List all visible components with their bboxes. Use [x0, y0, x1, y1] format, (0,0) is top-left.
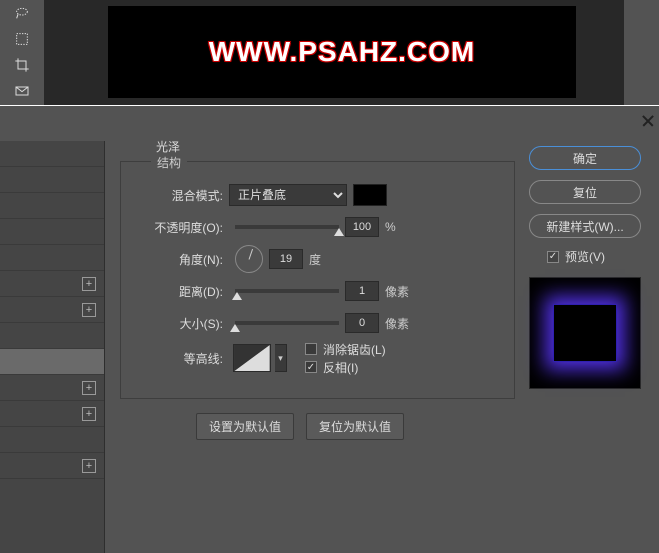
structure-fieldset: 结构 混合模式: 正片叠底 不透明度(O): % 角度(N):: [120, 161, 515, 399]
style-row[interactable]: +: [0, 297, 104, 323]
contour-row: 等高线: ▾ 消除锯齿(L) 反相(I): [141, 340, 494, 376]
plus-icon[interactable]: +: [82, 381, 96, 395]
opacity-input[interactable]: [345, 217, 379, 237]
lasso-tool[interactable]: [8, 1, 36, 25]
size-slider[interactable]: [235, 321, 339, 325]
color-swatch[interactable]: [353, 184, 387, 206]
fieldset-legend: 结构: [151, 154, 187, 171]
size-row: 大小(S): 像素: [141, 308, 494, 338]
style-row[interactable]: [0, 427, 104, 453]
distance-unit: 像素: [385, 283, 409, 300]
contour-label: 等高线:: [141, 350, 223, 367]
envelope-tool[interactable]: [8, 79, 36, 103]
ok-button[interactable]: 确定: [529, 146, 641, 170]
reset-default-button[interactable]: 复位为默认值: [306, 413, 404, 440]
set-default-button[interactable]: 设置为默认值: [196, 413, 294, 440]
section-title: 光泽: [156, 138, 515, 155]
distance-slider[interactable]: [235, 289, 339, 293]
opacity-slider[interactable]: [235, 225, 339, 229]
close-icon[interactable]: [641, 114, 655, 128]
blend-mode-row: 混合模式: 正片叠底: [141, 180, 494, 210]
crop-tool[interactable]: [8, 53, 36, 77]
opacity-label: 不透明度(O):: [141, 219, 223, 236]
preview-label: 预览(V): [565, 248, 605, 265]
style-row[interactable]: [0, 323, 104, 349]
style-row[interactable]: [0, 167, 104, 193]
contour-picker[interactable]: [233, 344, 271, 372]
antialias-label: 消除锯齿(L): [323, 341, 386, 358]
preview-thumbnail: [529, 277, 641, 389]
canvas-area: WWW.PSAHZ.COM: [0, 0, 659, 105]
canvas-content: WWW.PSAHZ.COM: [108, 6, 576, 98]
style-row[interactable]: +: [0, 271, 104, 297]
plus-icon[interactable]: +: [82, 303, 96, 317]
angle-row: 角度(N): 度: [141, 244, 494, 274]
angle-dial[interactable]: [235, 245, 263, 273]
plus-icon[interactable]: +: [82, 459, 96, 473]
size-label: 大小(S):: [141, 315, 223, 332]
preview-glow: [553, 304, 617, 362]
style-row[interactable]: [0, 141, 104, 167]
angle-unit: 度: [309, 251, 321, 268]
banner-text: WWW.PSAHZ.COM: [209, 36, 476, 68]
style-row[interactable]: +: [0, 401, 104, 427]
blend-mode-label: 混合模式:: [141, 187, 223, 204]
angle-label: 角度(N):: [141, 251, 223, 268]
distance-input[interactable]: [345, 281, 379, 301]
invert-label: 反相(I): [323, 359, 358, 376]
opacity-unit: %: [385, 220, 396, 234]
size-input[interactable]: [345, 313, 379, 333]
cancel-button[interactable]: 复位: [529, 180, 641, 204]
selection-tool[interactable]: [8, 27, 36, 51]
style-row[interactable]: [0, 245, 104, 271]
tools-toolbar: [0, 0, 44, 105]
opacity-row: 不透明度(O): %: [141, 212, 494, 242]
invert-checkbox[interactable]: [305, 361, 317, 373]
antialias-checkbox[interactable]: [305, 343, 317, 355]
distance-label: 距离(D):: [141, 283, 223, 300]
layer-style-dialog: + + + + + 光泽 结构 混合模式: 正片叠底 不透明度(O):: [0, 105, 659, 552]
size-unit: 像素: [385, 315, 409, 332]
blend-mode-select[interactable]: 正片叠底: [229, 184, 347, 206]
angle-input[interactable]: [269, 249, 303, 269]
style-row[interactable]: [0, 193, 104, 219]
new-style-button[interactable]: 新建样式(W)...: [529, 214, 641, 238]
style-row-selected[interactable]: [0, 349, 104, 375]
preview-checkbox[interactable]: [547, 251, 559, 263]
style-row[interactable]: +: [0, 453, 104, 479]
dialog-right-column: 确定 复位 新建样式(W)... 预览(V): [529, 146, 647, 389]
style-row[interactable]: [0, 219, 104, 245]
plus-icon[interactable]: +: [82, 407, 96, 421]
plus-icon[interactable]: +: [82, 277, 96, 291]
distance-row: 距离(D): 像素: [141, 276, 494, 306]
style-row[interactable]: +: [0, 375, 104, 401]
styles-list: + + + + +: [0, 141, 105, 553]
settings-panel: 光泽 结构 混合模式: 正片叠底 不透明度(O): %: [120, 138, 515, 440]
contour-dropdown-icon[interactable]: ▾: [275, 344, 287, 372]
